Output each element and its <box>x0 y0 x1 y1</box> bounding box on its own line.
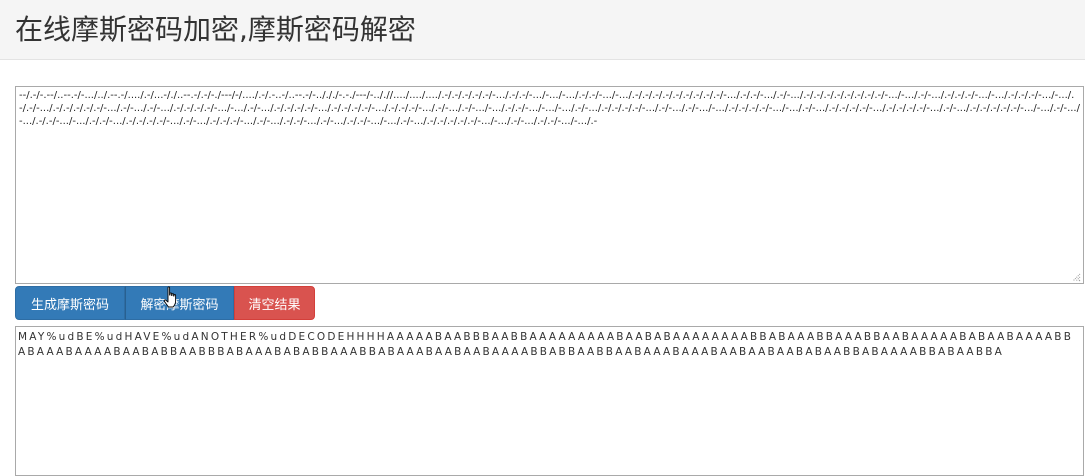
clear-button[interactable]: 清空结果 <box>234 286 315 320</box>
page-title: 在线摩斯密码加密,摩斯密码解密 <box>15 13 416 46</box>
hand-pointer-icon <box>163 286 177 308</box>
encrypt-button[interactable]: 生成摩斯密码 <box>15 286 125 320</box>
decrypt-button[interactable]: 解密摩斯密码 <box>125 286 234 320</box>
morse-input-textarea[interactable] <box>15 86 1084 284</box>
result-output-area[interactable]: MAY%udBE%udHAVE%udANOTHER%udDECODEHHHHAA… <box>15 326 1084 476</box>
resize-grip-icon[interactable] <box>1071 272 1081 282</box>
page-header: 在线摩斯密码加密,摩斯密码解密 <box>0 0 1085 60</box>
